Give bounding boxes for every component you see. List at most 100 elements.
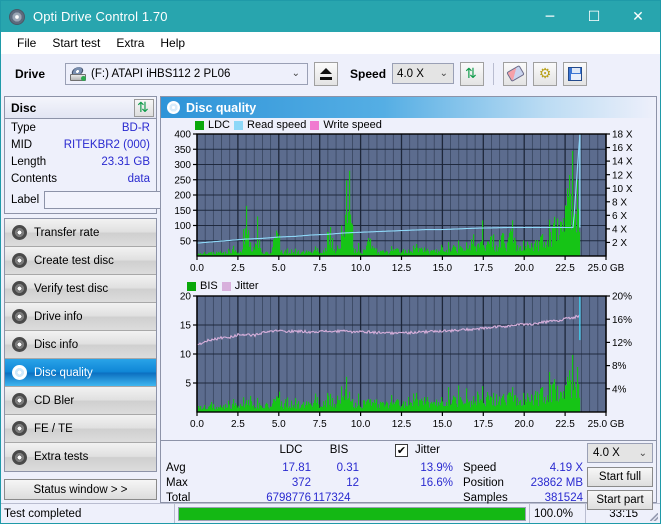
stats-avg-ldc: 17.81 [282,462,311,474]
svg-text:22.5: 22.5 [555,263,575,274]
sidebar-item-fe-te[interactable]: FE / TE [5,415,156,443]
start-part-button[interactable]: Start part [587,490,653,510]
resize-grip-icon[interactable] [648,504,660,523]
menu-help[interactable]: Help [152,34,193,52]
disc-refresh-button[interactable]: ⇅ [134,98,154,117]
stats-avg-jitter: 13.9% [420,462,453,474]
menu-file[interactable]: File [9,34,44,52]
close-icon[interactable]: ✕ [616,1,660,32]
minimize-icon[interactable]: ─ [528,1,572,32]
chart-legend: BIS Jitter [187,280,259,292]
disc-row-value: 23.31 GB [101,155,150,168]
progress-bar [178,506,526,521]
eject-button[interactable] [314,61,339,86]
refresh-button[interactable]: ⇅ [460,61,485,86]
disc-quality-panel: Disc quality LDC Read speed Write speed 50… [160,96,657,441]
speed-select-value: 4.0 X [397,67,424,80]
disc-icon [12,365,27,380]
disc-icon [12,225,27,240]
speed-label: Speed [350,66,387,81]
sidebar-item-create-test-disc[interactable]: Create test disc [5,247,156,275]
disc-row-key: Type [11,121,36,134]
test-speed-value: 4.0 X [593,447,620,459]
svg-text:18 X: 18 X [612,130,633,141]
stats-speed-value: 4.19 X [549,462,583,474]
disc-label-key: Label [11,194,40,206]
maximize-icon[interactable]: ☐ [572,1,616,32]
svg-text:7.5: 7.5 [313,263,327,274]
legend-label: Write speed [323,119,382,131]
wrench-icon: ⚙ [538,65,552,82]
disc-icon [167,101,180,114]
svg-text:12%: 12% [612,338,632,349]
legend-swatch [221,281,231,291]
svg-text:0.0: 0.0 [190,263,204,274]
refresh-icon: ⇅ [137,99,149,116]
svg-text:12.5: 12.5 [392,263,412,274]
stats-total-ldc: 6798776 [266,492,311,504]
sidebar-item-disc-info[interactable]: Disc info [5,331,156,359]
disc-row-length: Length 23.31 GB [5,153,156,170]
sidebar-item-verify-test-disc[interactable]: Verify test disc [5,275,156,303]
legend-label: Jitter [234,280,259,292]
chart-canvas: 5 10 15 20 4% 8% 12% 16% 20% 0.0 2.5 5.0 7.5 10.0 12.5… [180,292,632,430]
chevron-down-icon: ⌄ [291,68,301,79]
window-controls: ─ ☐ ✕ [528,1,660,32]
status-window-button[interactable]: Status window > > [4,479,157,500]
sidebar-item-label: CD Bler [34,394,75,407]
stats-speed-label: Speed [463,462,497,474]
sidebar-item-extra-tests[interactable]: Extra tests [5,443,156,471]
tools-button[interactable]: ⚙ [533,61,558,86]
svg-text:8 X: 8 X [612,197,627,208]
drive-select[interactable]: (F:) ATAPI iHBS112 2 PL06 ⌄ [65,62,309,85]
svg-text:20.0: 20.0 [514,419,534,430]
drive-select-value: (F:) ATAPI iHBS112 2 PL06 [91,67,231,80]
stats-row-total: Total [166,492,191,504]
sidebar-item-drive-info[interactable]: Drive info [5,303,156,331]
erase-button[interactable] [503,61,528,86]
svg-text:6 X: 6 X [612,211,627,222]
speed-select[interactable]: 4.0 X ⌄ [392,63,455,84]
sidebar-item-disc-quality[interactable]: Disc quality [5,359,156,387]
svg-text:22.5: 22.5 [555,419,575,430]
svg-text:20%: 20% [612,292,632,303]
disc-panel-header: Disc ⇅ [5,97,156,119]
disc-row-value: data [127,172,150,185]
disc-icon [12,449,27,465]
svg-text:12 X: 12 X [612,170,633,181]
sidebar-item-label: Verify test disc [34,282,109,295]
menu-extra[interactable]: Extra [108,34,152,52]
stats-max-bis: 12 [346,477,359,489]
legend-label: BIS [200,280,218,292]
sidebar-item-label: Disc info [34,338,79,351]
legend-swatch [310,120,320,130]
svg-text:17.5: 17.5 [474,419,494,430]
menu-start-test[interactable]: Start test [44,34,108,52]
jitter-checkbox[interactable]: ✔ [395,444,408,457]
sidebar-item-label: Extra tests [34,451,89,463]
save-button[interactable] [563,61,588,86]
test-speed-select[interactable]: 4.0 X ⌄ [587,443,653,463]
svg-text:5.0: 5.0 [272,419,286,430]
disc-icon [12,309,27,324]
start-full-button[interactable]: Start full [587,467,653,487]
svg-text:400: 400 [174,130,191,141]
disc-row-key: Contents [11,172,58,185]
sidebar-item-cd-bler[interactable]: CD Bler [5,387,156,415]
stats-position-label: Position [463,477,504,489]
svg-text:5: 5 [185,379,191,390]
menu-bar: File Start test Extra Help [1,32,660,54]
disc-panel-title: Disc [11,100,37,115]
sidebar-item-transfer-rate[interactable]: Transfer rate [5,219,156,247]
disc-row-key: MID [11,138,33,151]
disc-icon [12,337,27,352]
svg-text:16 X: 16 X [612,143,633,154]
legend-label: LDC [208,119,231,131]
svg-text:2.5: 2.5 [231,263,245,274]
svg-text:250: 250 [174,175,191,186]
svg-text:12.5: 12.5 [392,419,412,430]
legend-swatch [195,120,204,130]
disc-icon [12,421,27,436]
legend-label: Read speed [247,119,307,131]
disc-row-key: Length [11,155,47,168]
